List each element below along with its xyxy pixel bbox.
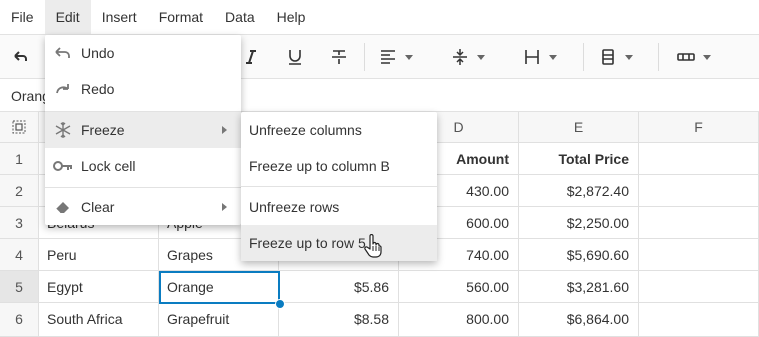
cell-e3[interactable]: $2,250.00: [519, 207, 639, 239]
text-wrap-icon: [523, 48, 541, 66]
key-icon: [53, 160, 73, 172]
menu-item-freeze[interactable]: Freeze: [45, 112, 241, 148]
chevron-right-icon: [222, 126, 227, 134]
fill-handle[interactable]: [275, 299, 285, 309]
toolbar-separator: [364, 43, 365, 71]
snowflake-icon: [53, 121, 73, 139]
cell-f5[interactable]: [639, 271, 759, 303]
undo-icon: [53, 46, 73, 60]
align-left-icon: [379, 48, 397, 66]
cell-e6[interactable]: $6,864.00: [519, 303, 639, 337]
menu-file[interactable]: File: [0, 0, 45, 34]
chevron-right-icon: [222, 203, 227, 211]
cell-f4[interactable]: [639, 239, 759, 271]
cell-e1[interactable]: Total Price: [519, 143, 639, 175]
merge-cells-dropdown[interactable]: [677, 46, 711, 68]
cell-e2[interactable]: $2,872.40: [519, 175, 639, 207]
submenu-item-unfreeze-columns[interactable]: Unfreeze columns: [241, 112, 437, 148]
menu-item-label: Clear: [81, 199, 115, 215]
cell-c5[interactable]: $5.86: [279, 271, 399, 303]
menu-divider: [241, 186, 437, 187]
cell-d6[interactable]: 800.00: [399, 303, 519, 337]
cell-b6[interactable]: Grapefruit: [159, 303, 279, 337]
row-header-2[interactable]: 2: [0, 175, 39, 207]
menu-item-lock-cell[interactable]: Lock cell: [45, 148, 241, 184]
row-header-4[interactable]: 4: [0, 239, 39, 271]
menu-edit[interactable]: Edit: [44, 0, 91, 34]
menu-item-redo[interactable]: Redo: [45, 71, 241, 107]
italic-icon: [243, 48, 259, 66]
align-dropdown[interactable]: [379, 46, 413, 68]
vertical-align-icon: [451, 48, 469, 66]
column-header-e[interactable]: E: [519, 112, 639, 143]
cell-e4[interactable]: $5,690.60: [519, 239, 639, 271]
row-header-1[interactable]: 1: [0, 143, 39, 175]
chevron-down-icon: [625, 54, 633, 60]
cell-f2[interactable]: [639, 175, 759, 207]
undo-icon: [11, 48, 29, 66]
cell-e5[interactable]: $3,281.60: [519, 271, 639, 303]
toolbar-separator: [658, 43, 659, 71]
edit-menu: Undo Redo Freeze Lock cell Clear: [45, 35, 241, 225]
cell-f1[interactable]: [639, 143, 759, 175]
menu-item-label: Freeze: [81, 122, 125, 138]
select-all-corner[interactable]: [0, 112, 39, 143]
row-header-5[interactable]: 5: [0, 271, 39, 303]
submenu-item-freeze-up-to-row-5[interactable]: Freeze up to row 5: [241, 225, 437, 261]
cell-f6[interactable]: [639, 303, 759, 337]
menu-item-clear[interactable]: Clear: [45, 189, 241, 225]
column-header-f[interactable]: F: [639, 112, 759, 143]
select-all-icon: [12, 120, 26, 137]
underline-icon: [286, 48, 304, 66]
column-width-icon: [599, 48, 617, 66]
menu-insert[interactable]: Insert: [91, 0, 148, 34]
freeze-submenu: Unfreeze columns Freeze up to column B U…: [241, 112, 437, 261]
chevron-down-icon: [703, 54, 711, 60]
cell-f3[interactable]: [639, 207, 759, 239]
column-width-dropdown[interactable]: [599, 46, 633, 68]
row-header-6[interactable]: 6: [0, 303, 39, 337]
submenu-item-unfreeze-rows[interactable]: Unfreeze rows: [241, 189, 437, 225]
undo-button[interactable]: [11, 46, 29, 68]
menubar: File Edit Insert Format Data Help: [0, 0, 759, 34]
strikethrough-icon: [330, 48, 348, 66]
underline-button[interactable]: [286, 46, 304, 68]
cell-d5[interactable]: 560.00: [399, 271, 519, 303]
menu-help[interactable]: Help: [266, 0, 317, 34]
toolbar-separator: [583, 43, 584, 71]
redo-icon: [53, 82, 73, 96]
submenu-item-freeze-up-to-column-b[interactable]: Freeze up to column B: [241, 148, 437, 184]
cell-a5[interactable]: Egypt: [39, 271, 159, 303]
merge-cells-icon: [677, 48, 695, 66]
row-header-3[interactable]: 3: [0, 207, 39, 239]
strikethrough-button[interactable]: [330, 46, 348, 68]
chevron-down-icon: [405, 54, 413, 60]
italic-button[interactable]: [243, 46, 259, 68]
menu-item-label: Lock cell: [81, 158, 136, 174]
menu-item-label: Undo: [81, 45, 115, 61]
menu-data[interactable]: Data: [214, 0, 266, 34]
cell-a4[interactable]: Peru: [39, 239, 159, 271]
chevron-down-icon: [549, 54, 557, 60]
menu-item-label: Redo: [81, 81, 115, 97]
cell-c6[interactable]: $8.58: [279, 303, 399, 337]
menu-format[interactable]: Format: [148, 0, 214, 34]
menu-item-undo[interactable]: Undo: [45, 35, 241, 71]
selected-cell-outline: [159, 271, 280, 304]
hand-cursor-icon: [364, 233, 382, 261]
chevron-down-icon: [477, 54, 485, 60]
eraser-icon: [53, 199, 73, 215]
vertical-align-dropdown[interactable]: [451, 46, 485, 68]
cell-a6[interactable]: South Africa: [39, 303, 159, 337]
text-wrap-dropdown[interactable]: [523, 46, 557, 68]
menu-divider: [45, 187, 241, 188]
